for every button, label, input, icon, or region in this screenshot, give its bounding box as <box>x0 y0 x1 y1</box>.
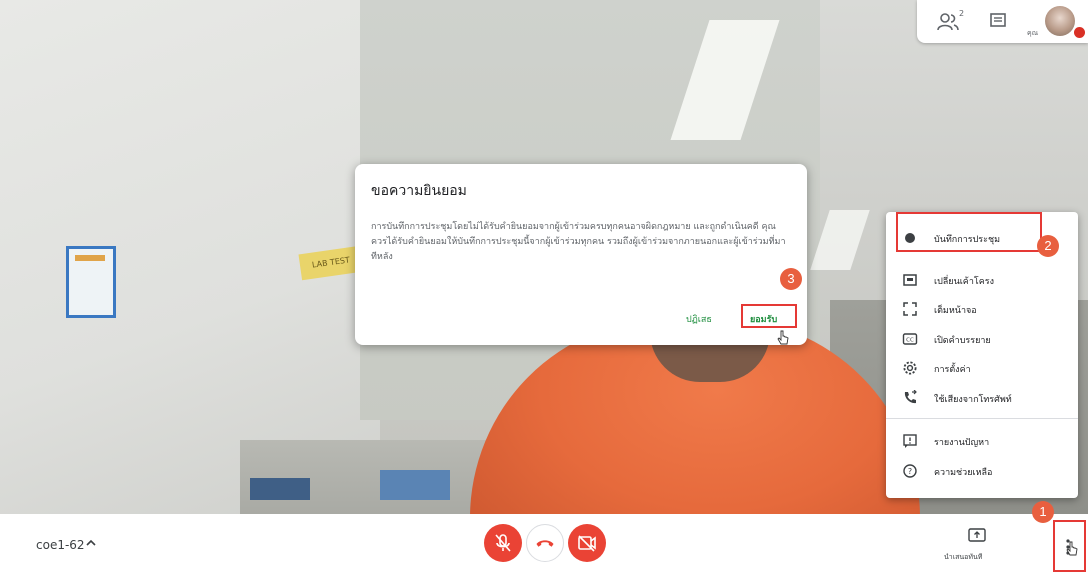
top-panel: 2 คุณ <box>917 0 1088 43</box>
menu-item-captions[interactable]: CC เปิดคำบรรยาย <box>886 326 1078 352</box>
mic-off-button[interactable] <box>484 524 522 562</box>
help-icon: ? <box>903 464 917 478</box>
notification-badge <box>1074 27 1085 38</box>
menu-item-label: เต็มหน้าจอ <box>934 306 977 316</box>
menu-divider <box>886 418 1078 419</box>
end-call-button[interactable] <box>526 524 564 562</box>
captions-icon: CC <box>902 333 918 345</box>
menu-item-label: เปลี่ยนเค้าโครง <box>934 277 994 287</box>
menu-item-label: การตั้งค่า <box>934 365 971 375</box>
wall-poster <box>66 246 116 318</box>
participant-count: 2 <box>959 9 965 18</box>
avatar[interactable] <box>1045 6 1075 36</box>
menu-item-label: รายงานปัญหา <box>934 438 990 448</box>
menu-item-label: ใช้เสียงจากโทรศัพท์ <box>934 395 1012 405</box>
hand-cursor-icon <box>1066 541 1078 556</box>
deny-button[interactable]: ปฏิเสธ <box>686 312 712 326</box>
menu-item-label: ความช่วยเหลือ <box>934 468 993 478</box>
menu-item-report-problem[interactable]: รายงานปัญหา <box>886 428 1078 454</box>
record-dot-icon <box>905 233 915 243</box>
mic-off-icon <box>495 534 511 552</box>
menu-item-fullscreen[interactable]: เต็มหน้าจอ <box>886 296 1078 322</box>
hand-cursor-icon <box>777 330 789 345</box>
svg-text:?: ? <box>908 467 912 476</box>
people-icon[interactable] <box>937 12 959 32</box>
present-screen-icon[interactable] <box>968 528 986 542</box>
bottom-control-bar: coe1-62 นำเสนอทันที <box>0 514 1088 572</box>
svg-text:CC: CC <box>906 338 914 344</box>
present-now-label[interactable]: นำเสนอทันที <box>944 552 982 563</box>
camera-off-icon <box>578 535 596 552</box>
self-label: คุณ <box>1027 29 1039 37</box>
accept-button[interactable]: ยอมรับ <box>750 312 777 326</box>
dialog-body: การบันทึกการประชุมโดยไม่ได้รับคำยินยอมจา… <box>371 222 786 262</box>
desk-object <box>380 470 450 500</box>
step-badge-1: 1 <box>1032 501 1054 523</box>
dialog-title: ขอความยินยอม <box>371 183 467 199</box>
meeting-code[interactable]: coe1-62 <box>36 538 85 552</box>
report-icon <box>903 434 917 448</box>
menu-item-help[interactable]: ? ความช่วยเหลือ <box>886 458 1078 484</box>
menu-item-change-layout[interactable]: เปลี่ยนเค้าโครง <box>886 267 1078 293</box>
fullscreen-icon <box>903 302 917 316</box>
step-badge-2: 2 <box>1037 235 1059 257</box>
step-badge-3: 3 <box>780 268 802 290</box>
menu-item-label: บันทึกการประชุม <box>934 235 1001 245</box>
layout-icon <box>903 274 917 286</box>
hang-up-icon <box>536 540 554 547</box>
chevron-up-icon[interactable] <box>84 536 98 550</box>
desk-object <box>250 478 310 500</box>
gear-icon <box>903 361 917 375</box>
camera-off-button[interactable] <box>568 524 606 562</box>
phone-audio-icon <box>904 390 917 404</box>
menu-item-label: เปิดคำบรรยาย <box>934 336 991 346</box>
chat-icon[interactable] <box>989 12 1007 30</box>
menu-item-settings[interactable]: การตั้งค่า <box>886 355 1078 381</box>
menu-item-phone-audio[interactable]: ใช้เสียงจากโทรศัพท์ <box>886 385 1078 411</box>
consent-dialog: ขอความยินยอม การบันทึกการประชุมโดยไม่ได้… <box>355 164 807 345</box>
